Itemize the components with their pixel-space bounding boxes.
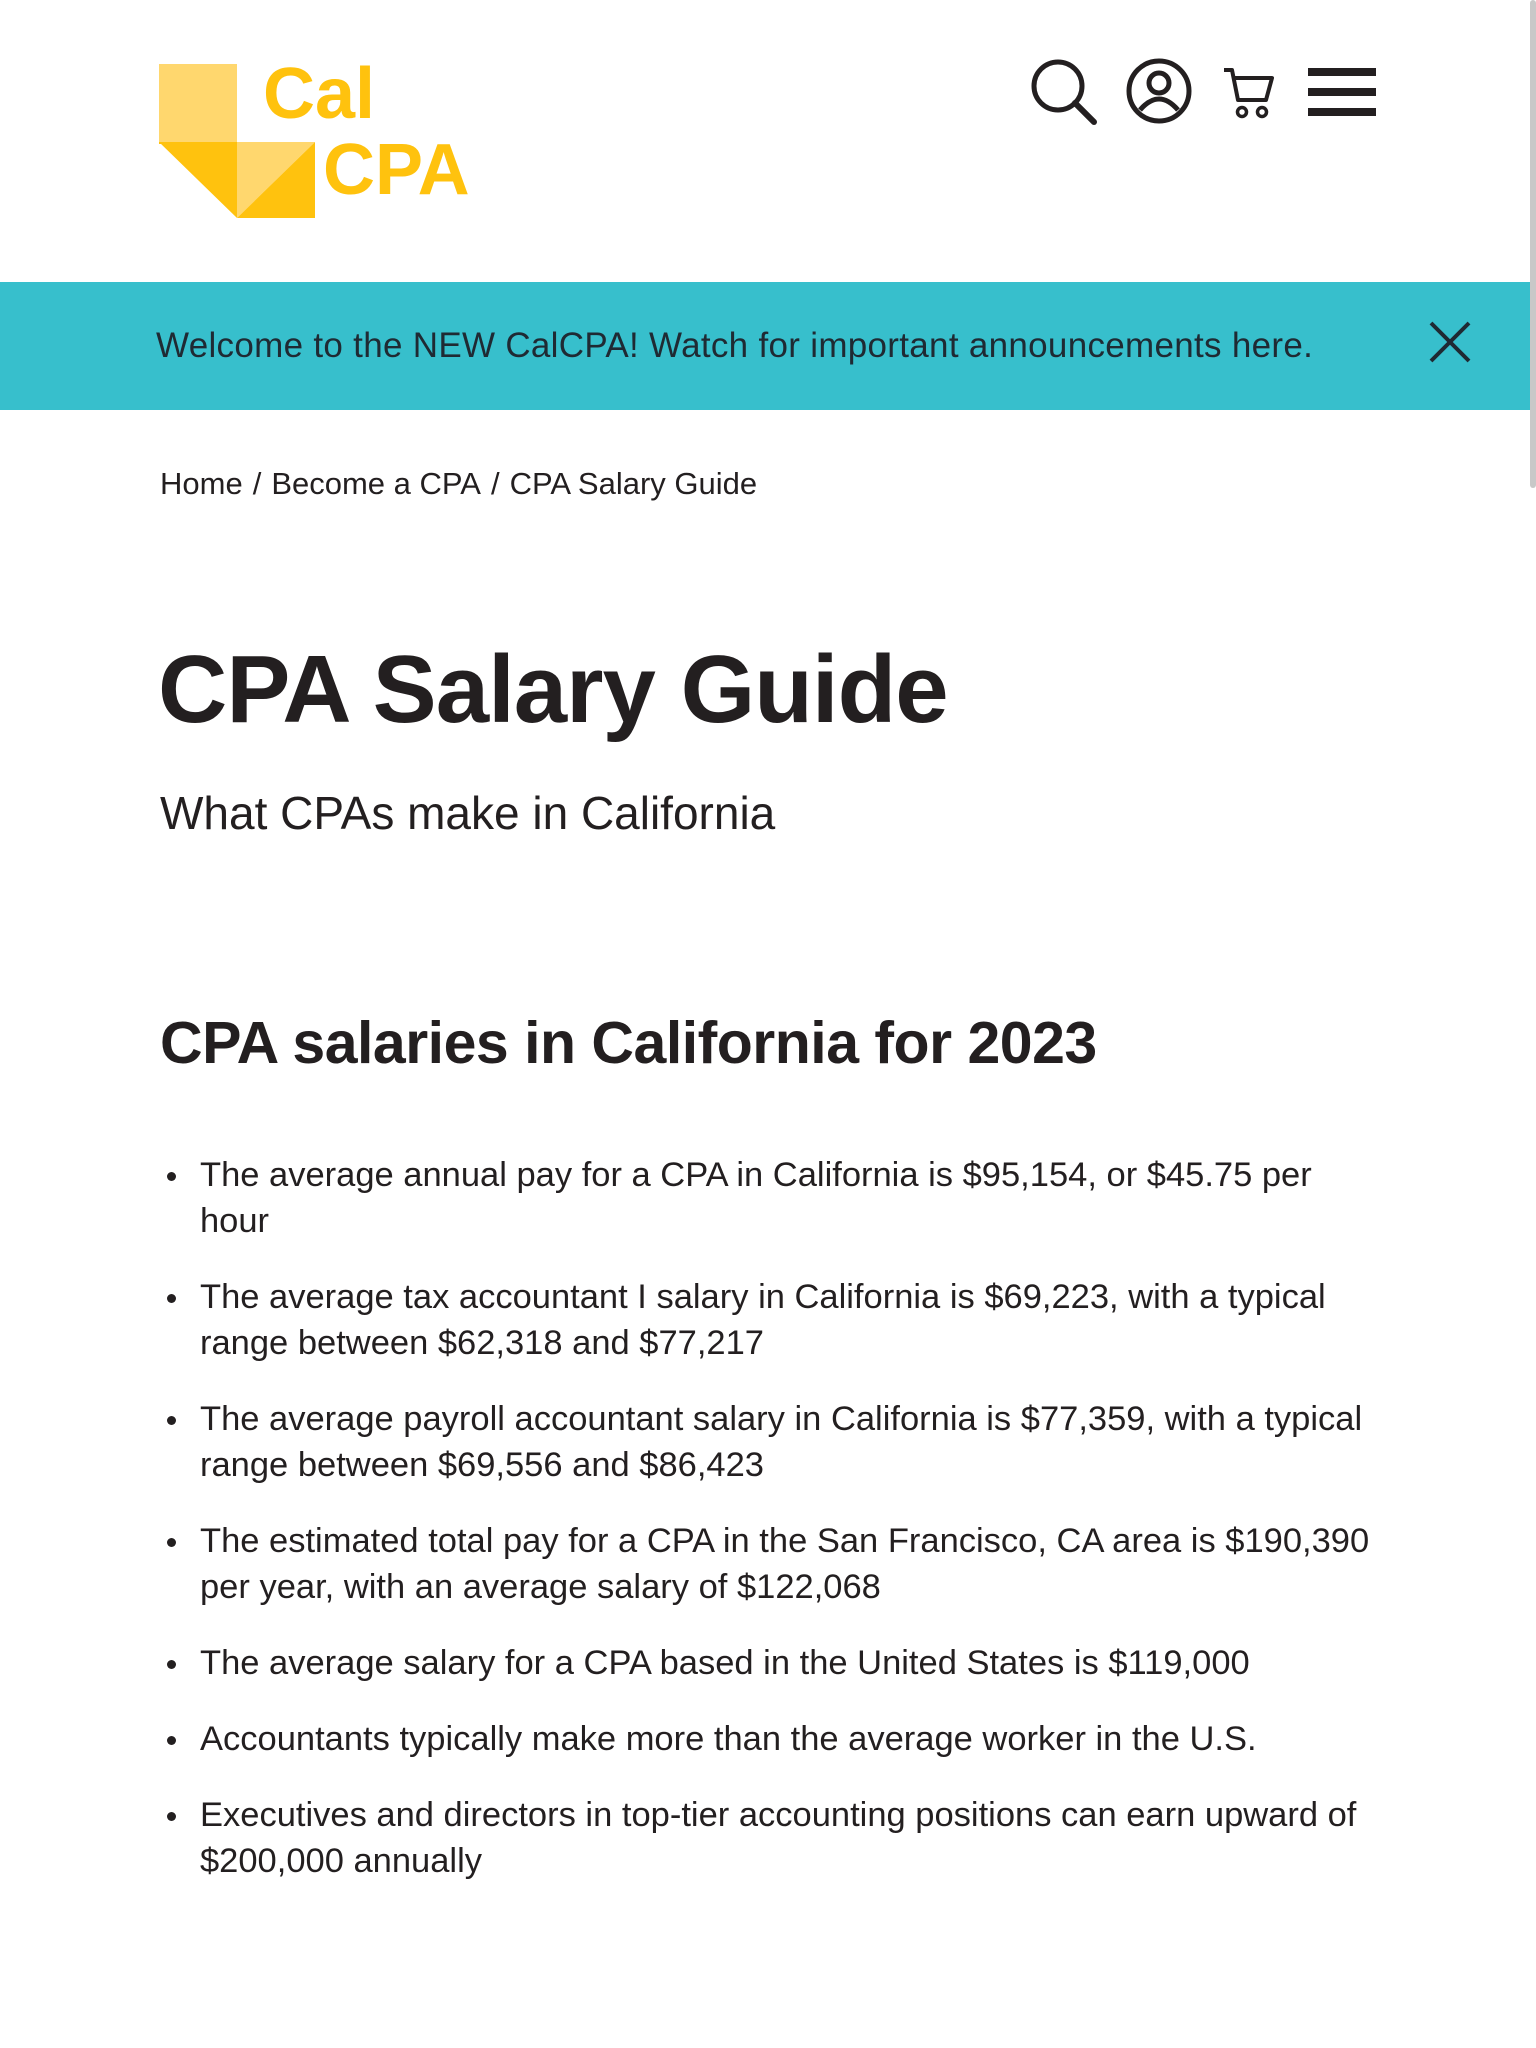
announcement-bar: Welcome to the NEW CalCPA! Watch for imp… (0, 282, 1536, 410)
list-item: Accountants typically make more than the… (160, 1716, 1390, 1762)
account-icon[interactable] (1126, 58, 1192, 129)
list-item: The average annual pay for a CPA in Cali… (160, 1152, 1390, 1244)
breadcrumb: Home / Become a CPA / CPA Salary Guide (160, 466, 757, 502)
menu-icon[interactable] (1308, 66, 1376, 123)
site-header: Cal CPA (0, 0, 1536, 282)
scrollbar[interactable] (1530, 0, 1536, 488)
calcpa-logo[interactable]: Cal CPA (159, 54, 484, 220)
breadcrumb-separator: / (252, 466, 262, 501)
list-item: Executives and directors in top-tier acc… (160, 1792, 1390, 1884)
salary-facts-list: The average annual pay for a CPA in Cali… (160, 1152, 1390, 1914)
search-icon[interactable] (1030, 58, 1098, 131)
announcement-text: Welcome to the NEW CalCPA! Watch for imp… (156, 326, 1314, 365)
section-title: CPA salaries in California for 2023 (160, 1010, 1097, 1076)
breadcrumb-separator: / (490, 466, 500, 501)
page-title: CPA Salary Guide (158, 636, 949, 743)
page: Cal CPA Welcome to the NEW CalCPA! Watch… (0, 0, 1536, 2048)
logo-text-cal: Cal (263, 54, 376, 134)
logo-text-cpa: CPA (323, 130, 470, 210)
list-item: The estimated total pay for a CPA in the… (160, 1518, 1390, 1610)
cart-icon[interactable] (1222, 66, 1276, 125)
breadcrumb-home[interactable]: Home (160, 466, 243, 502)
list-item: The average payroll accountant salary in… (160, 1396, 1390, 1488)
breadcrumb-current: CPA Salary Guide (509, 466, 758, 501)
breadcrumb-become-a-cpa[interactable]: Become a CPA (271, 466, 481, 502)
list-item: The average salary for a CPA based in th… (160, 1640, 1390, 1686)
page-subtitle: What CPAs make in California (160, 787, 776, 839)
close-icon[interactable] (1428, 320, 1472, 369)
list-item: The average tax accountant I salary in C… (160, 1274, 1390, 1366)
